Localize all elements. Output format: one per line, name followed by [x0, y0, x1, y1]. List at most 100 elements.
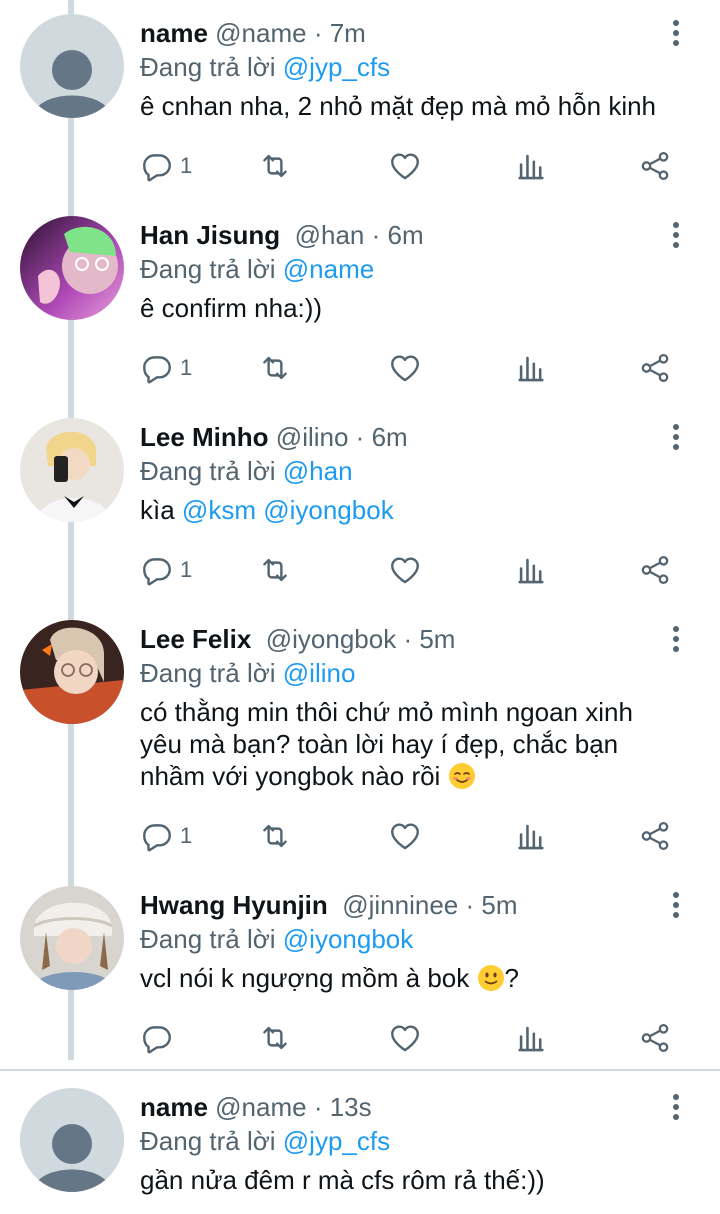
handle[interactable]: @name: [215, 1092, 306, 1122]
more-icon[interactable]: [666, 888, 686, 922]
handle[interactable]: @ilino: [276, 422, 349, 452]
timestamp[interactable]: 7m: [330, 18, 366, 48]
heart-icon: [391, 557, 419, 584]
more-icon[interactable]: [666, 420, 686, 454]
smiling-face-emoji-icon: [448, 763, 475, 789]
avatar-lee-minho[interactable]: [20, 418, 124, 522]
avatar-han-jisung[interactable]: [20, 216, 124, 320]
heart-icon: [391, 1025, 419, 1052]
more-icon[interactable]: [666, 622, 686, 656]
reply-button[interactable]: 1: [140, 816, 192, 856]
tweet[interactable]: name @name · 13s Đang trả lời @jyp_cfs g…: [0, 1074, 720, 1214]
replying-label: Đang trả lời: [140, 52, 283, 82]
avatar-default[interactable]: [20, 1088, 124, 1192]
share-icon: [641, 151, 669, 181]
reply-button[interactable]: 1: [140, 146, 192, 186]
mention-link[interactable]: @ilino: [283, 658, 356, 688]
views-button[interactable]: [514, 816, 548, 856]
retweet-button[interactable]: [258, 348, 292, 388]
tweet[interactable]: Lee Minho @ilino · 6m Đang trả lời @han …: [0, 404, 720, 606]
share-button[interactable]: [638, 550, 672, 590]
views-button[interactable]: [514, 348, 548, 388]
share-button[interactable]: [638, 1018, 672, 1058]
replying-to: Đang trả lời @name: [140, 252, 680, 286]
reply-count: 1: [180, 823, 193, 848]
replying-to: Đang trả lời @jyp_cfs: [140, 50, 680, 84]
reply-count: 1: [180, 557, 193, 582]
share-icon: [641, 1023, 669, 1053]
replying-to: Đang trả lời @jyp_cfs: [140, 1124, 680, 1158]
retweet-button[interactable]: [258, 1018, 292, 1058]
retweet-button[interactable]: [258, 146, 292, 186]
mention-link[interactable]: @ksm: [182, 495, 256, 525]
separator: ·: [306, 1092, 330, 1122]
timestamp[interactable]: 6m: [372, 422, 408, 452]
reply-button[interactable]: 1: [140, 348, 192, 388]
views-button[interactable]: [514, 550, 548, 590]
handle[interactable]: @han: [295, 220, 365, 250]
replying-label: Đang trả lời: [140, 658, 283, 688]
tweet[interactable]: name @name · 7m Đang trả lời @jyp_cfs ê …: [0, 0, 720, 202]
mention-link[interactable]: @name: [283, 254, 374, 284]
display-name[interactable]: name: [140, 18, 208, 48]
mention-link[interactable]: @han: [283, 456, 353, 486]
timestamp[interactable]: 5m: [481, 890, 517, 920]
share-button[interactable]: [638, 146, 672, 186]
tweet-text: gần nửa đêm r mà cfs rôm rả thế:)): [140, 1165, 545, 1195]
views-button[interactable]: [514, 146, 548, 186]
mention-link[interactable]: @iyongbok: [283, 924, 413, 954]
share-button[interactable]: [638, 348, 672, 388]
tweet[interactable]: Han Jisung @han · 6m Đang trả lời @name …: [0, 202, 720, 404]
share-button[interactable]: [638, 816, 672, 856]
more-icon[interactable]: [666, 16, 686, 50]
timestamp[interactable]: 5m: [419, 624, 455, 654]
tweet-text-line: có thằng min thôi chứ mỏ mình ngoan xinh: [140, 697, 633, 727]
handle[interactable]: @iyongbok: [266, 624, 396, 654]
separator: ·: [364, 220, 388, 250]
mention-link[interactable]: @iyongbok: [263, 495, 393, 525]
more-icon[interactable]: [666, 1090, 686, 1124]
reply-count: 1: [180, 153, 193, 178]
tweet-text-line: nhầm với yongbok nào rồi: [140, 761, 441, 791]
display-name[interactable]: name: [140, 1092, 208, 1122]
avatar-lee-felix[interactable]: [20, 620, 124, 724]
handle[interactable]: @jinninee: [342, 890, 458, 920]
timestamp[interactable]: 13s: [330, 1092, 372, 1122]
views-button[interactable]: [514, 1018, 548, 1058]
display-name[interactable]: Lee Felix: [140, 624, 251, 654]
like-button[interactable]: [388, 550, 422, 590]
reply-button[interactable]: [140, 1018, 180, 1058]
tweet-text: vcl nói k ngượng mồm à bok ?: [140, 962, 680, 994]
reply-icon: [143, 824, 171, 852]
retweet-button[interactable]: [258, 816, 292, 856]
tweet-text: kìa @ksm @iyongbok: [140, 494, 680, 526]
like-button[interactable]: [388, 816, 422, 856]
like-button[interactable]: [388, 146, 422, 186]
display-name[interactable]: Han Jisung: [140, 220, 280, 250]
more-icon[interactable]: [666, 218, 686, 252]
like-button[interactable]: [388, 1018, 422, 1058]
separator: ·: [306, 18, 330, 48]
mention-link[interactable]: @jyp_cfs: [283, 52, 390, 82]
retweet-button[interactable]: [258, 550, 292, 590]
mention-link[interactable]: @jyp_cfs: [283, 1126, 390, 1156]
handle[interactable]: @name: [215, 18, 306, 48]
display-name[interactable]: Lee Minho: [140, 422, 269, 452]
tweet-header: name @name · 13s: [140, 1090, 680, 1124]
timestamp[interactable]: 6m: [387, 220, 423, 250]
avatar-hwang-hyunjin[interactable]: [20, 886, 124, 990]
tweet[interactable]: Hwang Hyunjin @jinninee · 5m Đang trả lờ…: [0, 872, 720, 1070]
views-icon: [518, 558, 544, 584]
display-name[interactable]: Hwang Hyunjin: [140, 890, 328, 920]
retweet-icon: [263, 558, 287, 582]
retweet-icon: [263, 824, 287, 848]
avatar-default[interactable]: [20, 14, 124, 118]
like-button[interactable]: [388, 348, 422, 388]
tweet[interactable]: Lee Felix @iyongbok · 5m Đang trả lời @i…: [0, 606, 720, 872]
retweet-icon: [263, 154, 287, 178]
reply-button[interactable]: 1: [140, 550, 192, 590]
separator: ·: [458, 890, 482, 920]
reply-count: 1: [180, 355, 193, 380]
reply-icon: [143, 1026, 171, 1054]
reply-icon: [143, 558, 171, 586]
